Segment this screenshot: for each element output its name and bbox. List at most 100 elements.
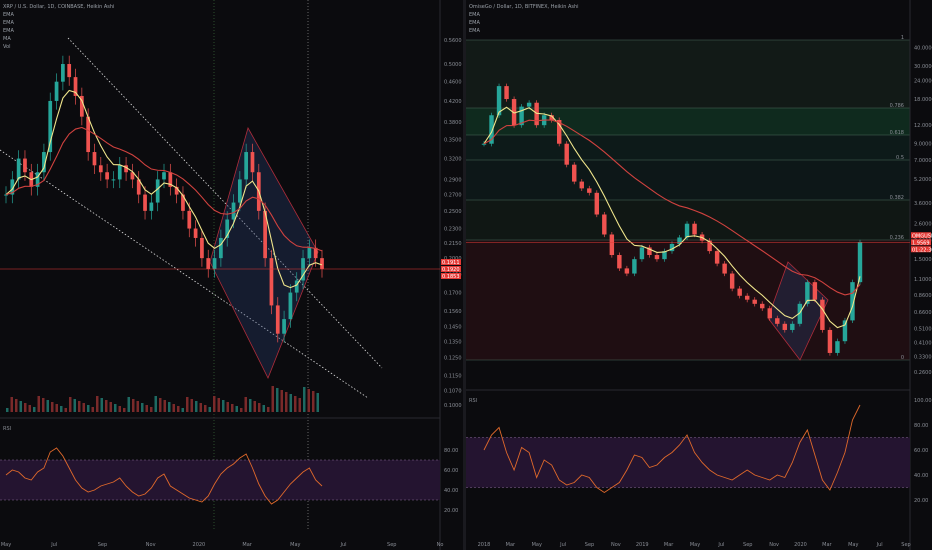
xrp-y-tick-label: 0.2700 xyxy=(444,193,462,199)
omg-legend-item[interactable]: EMA xyxy=(469,19,579,27)
omg-fib-zone xyxy=(466,135,910,160)
xrp-volume-bar xyxy=(280,390,283,412)
omg-candle xyxy=(827,329,833,353)
xrp-candle xyxy=(155,179,160,203)
xrp-rsi-tick-label: 20.00 xyxy=(444,508,458,514)
xrp-volume-bar xyxy=(213,396,216,412)
omg-y-tick-label: 1.5000 xyxy=(914,257,932,263)
omg-fib-label: 0.5 xyxy=(896,155,904,161)
xrp-volume-bar xyxy=(87,405,90,412)
xrp-candle xyxy=(320,258,324,270)
xrp-y-tick-label: 0.1700 xyxy=(444,291,462,297)
xrp-y-tick-label: 0.3800 xyxy=(444,120,462,126)
xrp-candle xyxy=(200,237,204,259)
xrp-candle xyxy=(288,292,293,320)
xrp-volume-bar xyxy=(91,407,94,412)
xrp-volume-bar xyxy=(163,400,166,412)
omg-y-tick-label: 18.0000 xyxy=(914,97,932,103)
omg-rsi-label: RSI xyxy=(469,398,477,404)
xrp-candle xyxy=(231,202,236,220)
omg-candle xyxy=(654,255,660,260)
xrp-candle xyxy=(105,172,109,180)
xrp-chart-canvas[interactable]: RSI 0.5600 0.5000 0.4600 0.4200 0.3800 0.3500 0… xyxy=(0,0,463,550)
omg-x-tick-label: Jul xyxy=(717,542,724,548)
xrp-candle xyxy=(212,258,217,270)
xrp-legend-item[interactable]: MA xyxy=(3,35,114,43)
xrp-volume-bar xyxy=(217,398,220,412)
xrp-volume-bar xyxy=(15,399,18,412)
omg-candle xyxy=(587,188,592,193)
xrp-volume-bar xyxy=(253,401,256,412)
xrp-legend-item[interactable]: EMA xyxy=(3,19,114,27)
xrp-volume-bar xyxy=(303,387,306,412)
xrp-legend-item[interactable]: EMA xyxy=(3,11,114,19)
omg-candle xyxy=(617,255,622,269)
xrp-candle xyxy=(86,116,91,153)
omg-candle xyxy=(752,299,757,304)
omg-candle xyxy=(526,102,532,107)
xrp-candle xyxy=(219,237,223,259)
omg-x-tick-label: May xyxy=(532,542,542,548)
xrp-volume-bar xyxy=(51,402,54,412)
xrp-volume-bar xyxy=(276,388,279,412)
xrp-y-tick-label: 0.5000 xyxy=(444,62,462,68)
xrp-volume-bar xyxy=(258,403,261,412)
xrp-x-tick-label: May xyxy=(1,542,11,548)
omg-y-tick-label: 0.8600 xyxy=(914,293,932,299)
omg-candle xyxy=(714,251,720,264)
omg-candle xyxy=(572,164,577,182)
xrp-y-tick-label: 0.5600 xyxy=(444,38,462,44)
xrp-volume-bar xyxy=(298,398,301,412)
omg-x-tick-label: Mar xyxy=(506,542,516,548)
omg-y-tick-label: 2.6000 xyxy=(914,222,932,228)
xrp-x-tick-label: Mar xyxy=(242,542,252,548)
xrp-y-tick-label: 0.1070 xyxy=(444,389,462,395)
omg-candle xyxy=(602,214,607,235)
xrp-volume-bar xyxy=(132,399,135,412)
xrp-volume-bar xyxy=(100,398,103,412)
xrp-legend-item[interactable]: Vol xyxy=(3,43,114,51)
omg-fib-label: 0.786 xyxy=(890,103,904,109)
omg-x-tick-label: Sep xyxy=(901,542,910,548)
omg-y-tick-label: 9.0000 xyxy=(914,142,932,148)
omg-candle xyxy=(639,247,645,260)
xrp-candle xyxy=(149,202,154,211)
xrp-price-label: 0.1911 xyxy=(442,260,460,266)
xrp-volume-bar xyxy=(64,408,67,412)
omg-rsi-tick-label: 60.00 xyxy=(914,448,928,454)
xrp-rsi-tick-label: 60.00 xyxy=(444,468,458,474)
omg-rsi-band xyxy=(466,437,910,488)
xrp-volume-bar xyxy=(141,403,144,412)
xrp-x-tick-label: Sep xyxy=(98,542,107,548)
xrp-candle xyxy=(54,81,59,101)
omg-candle xyxy=(760,303,765,309)
xrp-chart-panel[interactable]: RSI 0.5600 0.5000 0.4600 0.4200 0.3800 0.3500 0… xyxy=(0,0,463,550)
xrp-volume-bar xyxy=(177,406,180,412)
xrp-volume-bar xyxy=(118,406,121,412)
xrp-legend-item[interactable]: EMA xyxy=(3,27,114,35)
omg-candle xyxy=(775,318,780,324)
omg-candle xyxy=(782,323,788,330)
xrp-x-tick-label: May xyxy=(290,542,300,548)
xrp-candle xyxy=(16,158,21,180)
omg-chart-panel[interactable]: 1 0.786 0.618 0.5 0.382 0.236 0 RSI 40.0000 30.00… xyxy=(466,0,932,550)
xrp-candle xyxy=(282,319,286,334)
xrp-volume-bar xyxy=(168,402,171,412)
omg-x-tick-label: May xyxy=(848,542,858,548)
omg-chart-canvas[interactable]: 1 0.786 0.618 0.5 0.382 0.236 0 RSI 40.0000 30.00… xyxy=(466,0,932,550)
omg-legend-item[interactable]: EMA xyxy=(469,11,579,19)
omg-rsi-tick-label: 100.00 xyxy=(914,398,932,404)
omg-fib-label: 0 xyxy=(901,355,904,361)
xrp-candle xyxy=(162,172,166,180)
omg-candle xyxy=(857,242,863,283)
omg-candle xyxy=(624,268,630,274)
xrp-volume-bar xyxy=(46,400,49,412)
xrp-x-tick-label: 2020 xyxy=(193,542,206,548)
xrp-volume-bar xyxy=(186,397,189,412)
xrp-y-tick-label: 0.1560 xyxy=(444,309,462,315)
xrp-candle xyxy=(48,100,53,153)
omg-legend-item[interactable]: EMA xyxy=(469,27,579,35)
xrp-rsi-tick-label: 80.00 xyxy=(444,448,458,454)
xrp-candle xyxy=(307,247,312,259)
xrp-volume-bar xyxy=(82,403,85,412)
